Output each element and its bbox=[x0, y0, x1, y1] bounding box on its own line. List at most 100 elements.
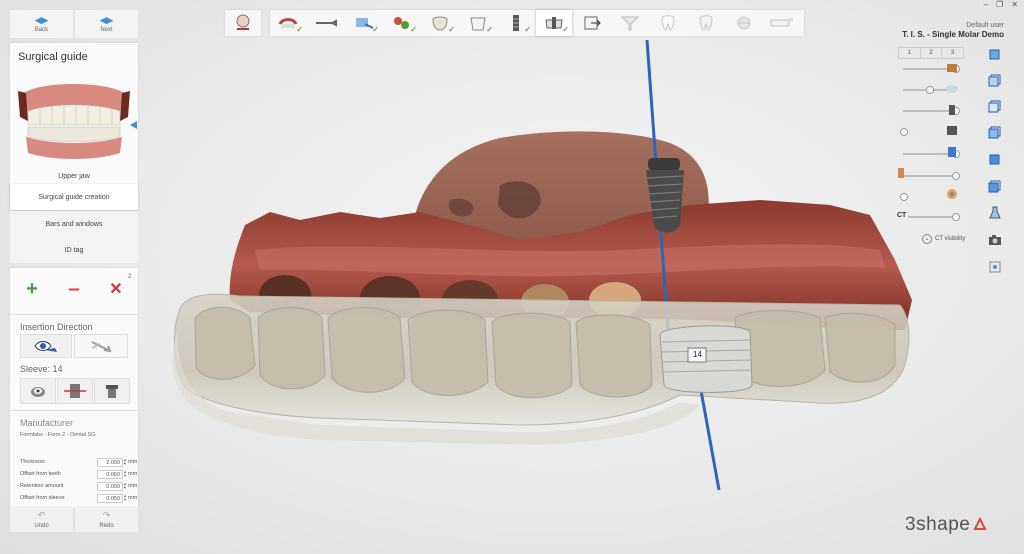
offset-from-sleeve-stepper[interactable]: ▲ ▼ bbox=[123, 494, 127, 502]
jaw-label: Upper jaw bbox=[58, 173, 90, 180]
check-icon: ✓ bbox=[448, 25, 455, 34]
back-button[interactable]: ◀▶ Back bbox=[10, 10, 73, 38]
camera-icon bbox=[989, 235, 1001, 245]
step-surgical-guide[interactable]: ✓ bbox=[536, 10, 572, 36]
next-button[interactable]: ◀▶ Next bbox=[75, 10, 138, 38]
sleeve-top-icon bbox=[31, 387, 45, 397]
visibility-tab-1[interactable]: 1 bbox=[899, 48, 921, 58]
step-finish[interactable] bbox=[764, 10, 800, 36]
step-model[interactable]: ✓ bbox=[384, 10, 420, 36]
param-row-thickness: Thickness 2.000 ▲ ▼ mm bbox=[20, 457, 138, 467]
step-card: Surgical guide Upper jaw bbox=[10, 43, 138, 188]
step-export[interactable] bbox=[574, 10, 610, 36]
insertion-direction-set-button[interactable] bbox=[74, 334, 128, 358]
tool-icon bbox=[316, 19, 337, 27]
sleeve-number-tag: 14 bbox=[693, 350, 702, 359]
offset-from-sleeve-input[interactable]: 0.050 bbox=[97, 494, 123, 503]
menu-item-surgical-guide-creation[interactable]: Surgical guide creation bbox=[10, 184, 138, 210]
param-row-retention-amount: Retention amount 0.000 ▲ ▼ mm bbox=[20, 481, 138, 491]
panel-title: Surgical guide bbox=[18, 51, 88, 63]
add-button[interactable]: + bbox=[14, 276, 50, 302]
cube-icon bbox=[989, 49, 1000, 60]
check-icon: ✓ bbox=[562, 25, 569, 34]
step-tooth-outline[interactable] bbox=[650, 10, 686, 36]
transparency-button[interactable] bbox=[985, 203, 1005, 223]
sleeve-side-view-button[interactable] bbox=[94, 378, 130, 404]
sleeve-side-icon bbox=[106, 385, 118, 398]
undo-button[interactable]: ↶ Undo bbox=[10, 506, 73, 532]
retention-amount-stepper[interactable]: ▲ ▼ bbox=[123, 482, 127, 490]
snapshot-button[interactable] bbox=[985, 230, 1005, 250]
jaw-thumbnail[interactable] bbox=[16, 81, 132, 161]
cube-icon bbox=[988, 100, 1001, 113]
check-icon: ✓ bbox=[524, 25, 531, 34]
finish-icon bbox=[770, 18, 793, 27]
redo-icon: ↷ bbox=[102, 509, 111, 520]
visibility-tab-3[interactable]: 3 bbox=[942, 48, 963, 58]
offset-from-teeth-stepper[interactable]: ▲ ▼ bbox=[123, 470, 127, 478]
retention-amount-input[interactable]: 0.000 bbox=[97, 482, 123, 491]
insertion-direction-view-button[interactable] bbox=[20, 334, 72, 358]
undo-icon: ↶ bbox=[37, 509, 46, 520]
sleeve-offset-icon bbox=[64, 384, 86, 398]
export-icon bbox=[584, 16, 601, 30]
slider-knob[interactable] bbox=[900, 128, 908, 136]
offset-from-teeth-input[interactable]: 0.060 bbox=[97, 470, 123, 479]
visibility-tab-2[interactable]: 2 bbox=[921, 48, 943, 58]
sleeve-title: Sleeve: 14 bbox=[20, 364, 63, 374]
view-back-button[interactable] bbox=[985, 70, 1005, 90]
user-name: Default user bbox=[966, 22, 1004, 29]
check-icon: ✓ bbox=[486, 25, 493, 34]
view-front-button[interactable] bbox=[985, 44, 1005, 64]
thickness-stepper[interactable]: ▲ ▼ bbox=[123, 458, 127, 466]
copper-layer-icon bbox=[898, 168, 904, 178]
param-row-offset-from-sleeve: Offset from sleeve 0.050 ▲ ▼ mm bbox=[20, 493, 138, 503]
view-bottom-button[interactable] bbox=[985, 176, 1005, 196]
menu-item-bars-and-windows[interactable]: Bars and windows bbox=[10, 211, 138, 237]
cube-icon bbox=[988, 126, 1001, 139]
view-top-button[interactable] bbox=[985, 149, 1005, 169]
check-icon: ✓ bbox=[410, 25, 417, 34]
sleeve-top-view-button[interactable] bbox=[20, 378, 56, 404]
step-scan-import[interactable]: ✓ bbox=[270, 10, 306, 36]
tooth-outline-icon bbox=[661, 15, 675, 31]
minimize-button[interactable]: – bbox=[984, 0, 988, 9]
slider-knob[interactable] bbox=[900, 193, 908, 201]
param-row-offset-from-teeth: Offset from teeth 0.060 ▲ ▼ mm bbox=[20, 469, 138, 479]
user-info: Default user T. I. S. - Single Molar Dem… bbox=[902, 22, 1004, 39]
flask-icon bbox=[989, 206, 1001, 219]
step-crown[interactable]: ✓ bbox=[460, 10, 496, 36]
layer-icons bbox=[946, 64, 958, 199]
restore-button[interactable]: ❐ bbox=[996, 0, 1003, 9]
close-button[interactable]: ✕ bbox=[1011, 0, 1018, 9]
triangle-logo-icon bbox=[973, 516, 987, 530]
menu-item-id-tag[interactable]: ID tag bbox=[10, 237, 138, 263]
fit-view-button[interactable] bbox=[985, 257, 1005, 277]
funnel-icon bbox=[620, 16, 640, 31]
step-align[interactable]: ✓ bbox=[346, 10, 382, 36]
redo-button[interactable]: ↷ Redo bbox=[75, 506, 138, 532]
visibility-tabs: 1 2 3 bbox=[898, 47, 964, 59]
drill-axis-lower bbox=[698, 384, 721, 491]
thickness-input[interactable]: 2.000 bbox=[97, 458, 123, 467]
step-tooth-setup[interactable]: ✓ bbox=[422, 10, 458, 36]
step-prepare[interactable] bbox=[308, 10, 344, 36]
logo-text: 3shape bbox=[905, 514, 971, 535]
step-bridge[interactable] bbox=[726, 10, 762, 36]
sleeve-offset-button[interactable] bbox=[57, 378, 93, 404]
workflow-steps-bar: ✓ ✓ ✓ ✓ ✓ ✓ ✓ bbox=[270, 10, 804, 36]
remove-button[interactable]: – bbox=[56, 276, 92, 302]
step-funnel[interactable] bbox=[612, 10, 648, 36]
manufacturer-name: Formlabs - Form 2 - Dental SG bbox=[20, 432, 96, 438]
slider-knob[interactable] bbox=[926, 86, 934, 94]
view-left-button[interactable] bbox=[985, 96, 1005, 116]
step-order-form[interactable] bbox=[225, 10, 261, 36]
bridge-icon bbox=[737, 16, 751, 30]
ct-visibility-toggle[interactable]: ⌄ CT visibility bbox=[922, 234, 965, 244]
step-tooth-design[interactable] bbox=[688, 10, 724, 36]
view-right-button[interactable] bbox=[985, 122, 1005, 142]
brand-logo: 3shape bbox=[905, 514, 987, 536]
step-implant[interactable]: ✓ bbox=[498, 10, 534, 36]
tooth-design-icon bbox=[699, 15, 713, 31]
3d-viewport[interactable] bbox=[140, 40, 980, 554]
